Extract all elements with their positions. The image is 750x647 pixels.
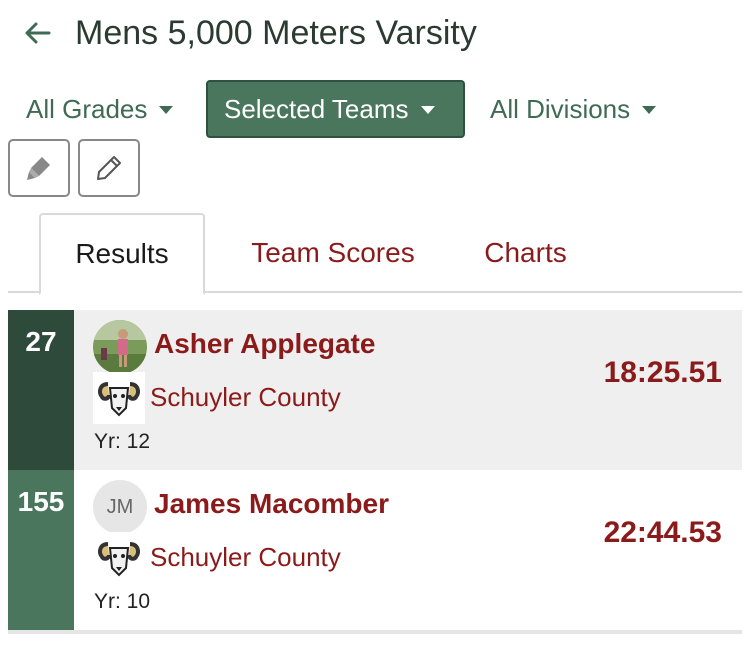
avatar — [93, 320, 147, 374]
place-number: 155 — [8, 470, 74, 630]
grades-filter-dropdown[interactable]: All Grades — [26, 80, 174, 138]
chevron-down-icon — [420, 106, 435, 114]
finish-time: 22:44.53 — [603, 516, 722, 549]
athlete-year: Yr: 12 — [94, 430, 151, 453]
tab-team-scores[interactable]: Team Scores — [213, 213, 453, 293]
avatar: JM — [93, 480, 147, 534]
athlete-year: Yr: 10 — [94, 590, 151, 613]
finish-time: 18:25.51 — [603, 356, 722, 389]
pencil-icon — [97, 156, 121, 180]
athlete-name[interactable]: Asher Applegate — [154, 328, 375, 360]
page-title: Mens 5,000 Meters Varsity — [75, 14, 477, 52]
ram-logo-icon — [93, 532, 145, 584]
team-name[interactable]: Schuyler County — [150, 542, 341, 573]
tab-bar: Results Team Scores Charts — [8, 213, 742, 295]
team-name[interactable]: Schuyler County — [150, 382, 341, 413]
teams-filter-dropdown[interactable]: Selected Teams — [206, 80, 465, 138]
highlight-button[interactable] — [8, 139, 70, 197]
highlighter-icon — [27, 157, 50, 180]
chevron-down-icon — [642, 106, 657, 114]
athlete-name[interactable]: James Macomber — [154, 488, 389, 520]
edit-button[interactable] — [78, 139, 140, 197]
grades-filter-label: All Grades — [26, 93, 148, 124]
result-row[interactable]: 155 JM James Macomber Schuyler County Yr… — [8, 470, 742, 634]
chevron-down-icon — [159, 106, 174, 114]
tab-results[interactable]: Results — [39, 213, 205, 295]
teams-filter-label: Selected Teams — [224, 93, 409, 124]
divisions-filter-dropdown[interactable]: All Divisions — [490, 80, 657, 138]
divisions-filter-label: All Divisions — [490, 93, 631, 124]
result-row[interactable]: 27 Asher Applegate Schuyler County Yr: 1… — [8, 310, 742, 470]
arrow-left-icon[interactable] — [22, 18, 52, 48]
header: Mens 5,000 Meters Varsity — [0, 0, 750, 70]
ram-logo-icon — [93, 372, 145, 424]
place-number: 27 — [8, 310, 74, 470]
tab-charts[interactable]: Charts — [458, 213, 593, 293]
filter-bar: All Grades Selected Teams All Divisions — [0, 80, 750, 138]
